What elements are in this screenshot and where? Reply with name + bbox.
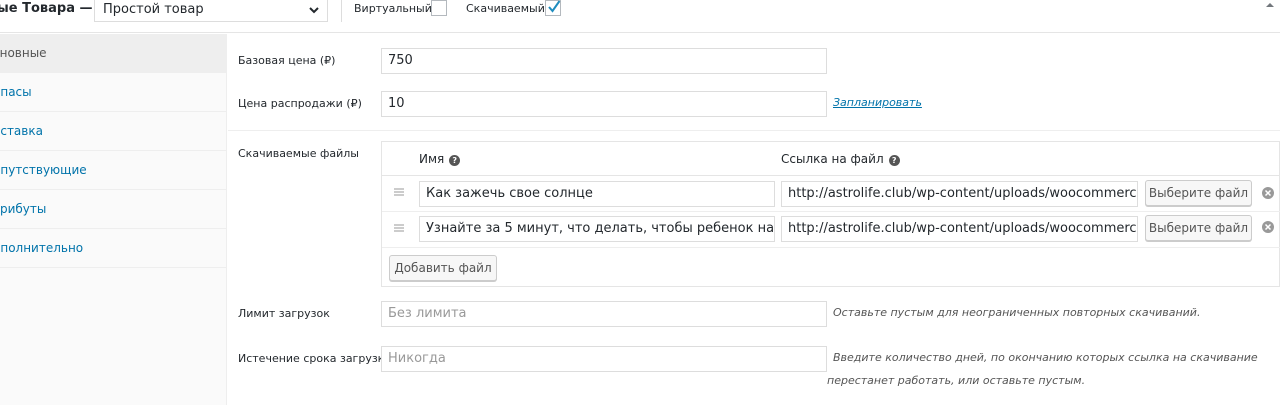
section-divider: [228, 130, 1280, 131]
tab-attributes[interactable]: трибуты: [0, 190, 227, 229]
sale-price-input[interactable]: 10: [381, 91, 827, 117]
column-url-label: Ссылка на файл: [781, 152, 884, 166]
files-table-header: Имя? Ссылка на файл?: [382, 142, 1280, 176]
file-name-input[interactable]: Узнайте за 5 минут, что делать, чтобы ре…: [419, 216, 775, 242]
download-limit-input[interactable]: Без лимита: [381, 301, 827, 327]
tab-label: трибуты: [0, 202, 47, 216]
checkmark-icon: [548, 0, 561, 13]
virtual-checkbox[interactable]: [431, 0, 447, 16]
choose-file-button[interactable]: Выберите файл: [1145, 215, 1252, 241]
download-limit-label: Лимит загрузок: [238, 307, 330, 320]
tab-inventory[interactable]: апасы: [0, 73, 227, 112]
download-expiry-description-line2: перестанет работать, или оставьте пустым…: [827, 374, 1086, 387]
download-expiry-label: Истечение срока загрузки: [238, 352, 392, 365]
tab-label: сновные: [0, 46, 47, 60]
choose-file-button[interactable]: Выберите файл: [1145, 180, 1252, 206]
file-row: Узнайте за 5 минут, что делать, чтобы ре…: [382, 212, 1280, 248]
product-data-header: ые Товара — Простой товар Виртуальный: С…: [0, 0, 1280, 33]
tab-label: опутствующие: [0, 163, 87, 177]
remove-file-icon[interactable]: [1262, 221, 1274, 233]
file-url-input[interactable]: http://astrolife.club/wp-content/uploads…: [781, 181, 1138, 207]
help-icon[interactable]: ?: [888, 155, 900, 166]
header-separator: [341, 0, 342, 22]
drag-handle-icon[interactable]: [394, 223, 404, 233]
help-icon[interactable]: ?: [449, 155, 461, 166]
virtual-label: Виртуальный:: [354, 2, 436, 15]
tab-label: ополнительно: [0, 241, 84, 255]
chevron-down-icon: [309, 7, 319, 14]
column-header-url: Ссылка на файл?: [781, 152, 900, 166]
tab-linked-products[interactable]: опутствующие: [0, 151, 227, 190]
downloadable-files-table: Имя? Ссылка на файл? Как зажечь свое сол…: [381, 141, 1280, 287]
file-url-input[interactable]: http://astrolife.club/wp-content/uploads…: [781, 216, 1138, 242]
tab-advanced[interactable]: ополнительно: [0, 229, 227, 268]
column-header-name: Имя?: [419, 152, 461, 166]
downloadable-files-label: Скачиваемые файлы: [238, 147, 359, 160]
file-row: Как зажечь свое солнце http://astrolife.…: [382, 176, 1280, 212]
product-type-select[interactable]: Простой товар: [94, 0, 328, 22]
product-type-value: Простой товар: [103, 2, 204, 17]
download-expiry-description-line1: Введите количество дней, по окончанию ко…: [833, 351, 1258, 364]
sale-price-label: Цена распродажи (₽): [238, 97, 362, 110]
tab-shipping[interactable]: оставка: [0, 112, 227, 151]
schedule-link[interactable]: Запланировать: [833, 96, 922, 109]
download-limit-description: Оставьте пустым для неограниченных повто…: [833, 306, 1201, 319]
add-file-button[interactable]: Добавить файл: [389, 255, 497, 281]
tab-label: апасы: [0, 85, 32, 99]
tab-general[interactable]: сновные: [0, 34, 227, 73]
drag-handle-icon[interactable]: [394, 187, 404, 197]
regular-price-input[interactable]: 750: [381, 48, 827, 74]
product-data-title: ые Товара —: [0, 1, 93, 16]
downloadable-label: Скачиваемый:: [466, 2, 549, 15]
remove-file-icon[interactable]: [1262, 187, 1274, 199]
collapse-arrow-icon[interactable]: [1265, 0, 1275, 10]
download-expiry-input[interactable]: Никогда: [381, 346, 827, 372]
product-data-tabs: сновные апасы оставка опутствующие трибу…: [0, 34, 227, 405]
regular-price-label: Базовая цена (₽): [238, 54, 336, 67]
tab-label: оставка: [0, 124, 43, 138]
file-name-input[interactable]: Как зажечь свое солнце: [419, 181, 775, 207]
column-name-label: Имя: [419, 152, 445, 166]
downloadable-checkbox[interactable]: [545, 0, 561, 16]
